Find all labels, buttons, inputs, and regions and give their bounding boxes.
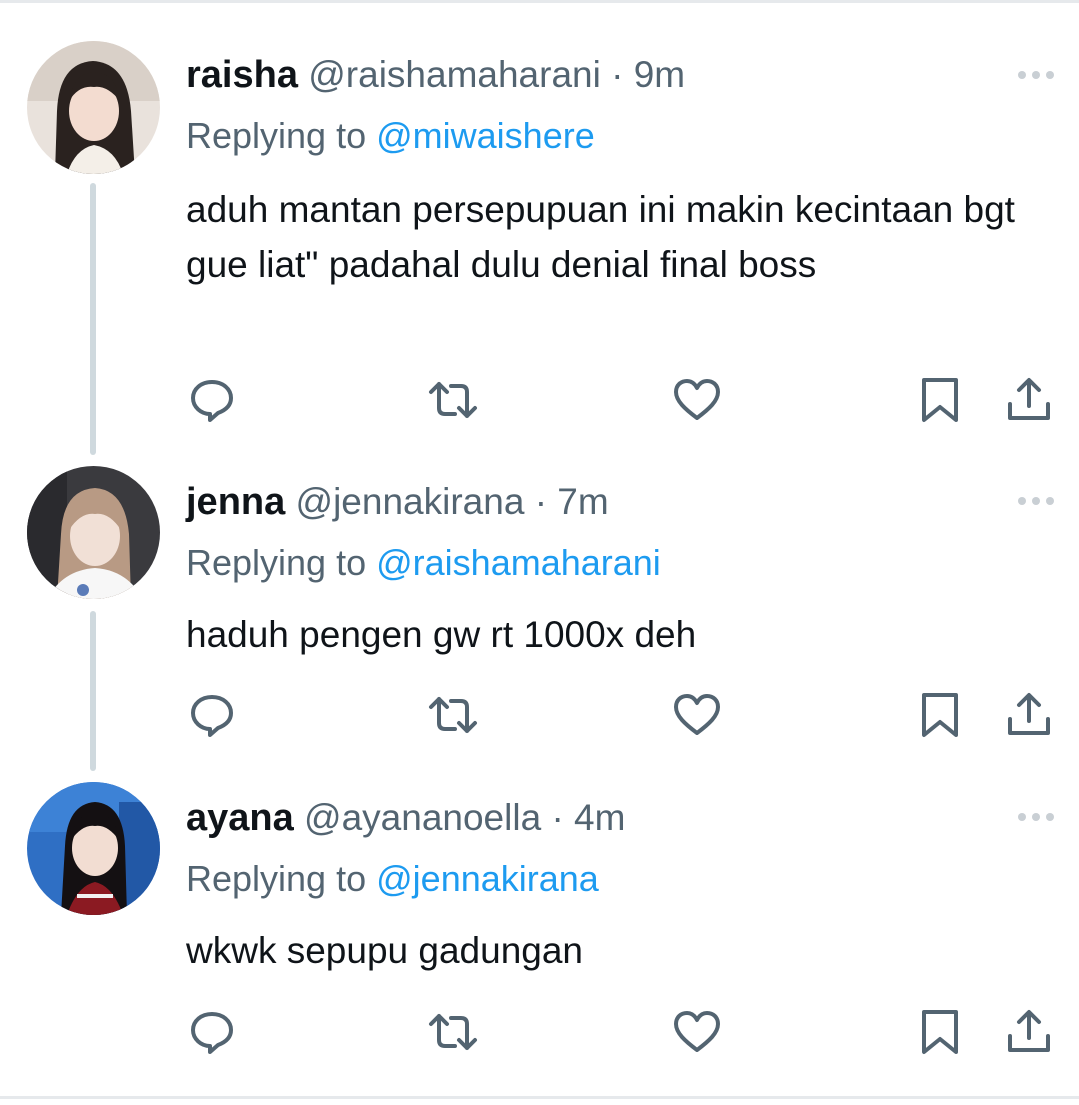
- timestamp[interactable]: 9m: [634, 54, 685, 95]
- reply-button[interactable]: [186, 1006, 238, 1058]
- replying-to: Replying to @raishamaharani: [186, 541, 661, 585]
- retweet-icon: [429, 382, 477, 418]
- avatar[interactable]: [27, 41, 160, 174]
- replying-prefix: Replying to: [186, 858, 367, 899]
- like-button[interactable]: [671, 374, 723, 426]
- avatar[interactable]: [27, 466, 160, 599]
- separator-dot: ·: [551, 797, 564, 838]
- like-icon: [674, 694, 720, 735]
- display-name[interactable]: ayana: [186, 797, 294, 839]
- retweet-icon: [429, 697, 477, 733]
- bookmark-button[interactable]: [914, 374, 966, 426]
- share-icon: [1008, 1010, 1050, 1052]
- replying-to: Replying to @jennakirana: [186, 857, 599, 901]
- mention-link[interactable]: @miwaishere: [376, 115, 595, 156]
- separator-dot: ·: [611, 54, 624, 95]
- reply-icon: [191, 1012, 233, 1054]
- tweet-header: ayana @ayananoella · 4m: [186, 796, 625, 840]
- more-icon[interactable]: [1017, 494, 1055, 506]
- thread-line: [90, 183, 96, 455]
- retweet-icon: [429, 1014, 477, 1050]
- bookmark-icon: [922, 378, 958, 422]
- share-icon: [1008, 378, 1050, 420]
- separator-dot: ·: [534, 481, 548, 522]
- more-icon[interactable]: [1017, 68, 1055, 80]
- share-button[interactable]: [1003, 1006, 1055, 1058]
- like-button[interactable]: [671, 1006, 723, 1058]
- tweet-header: jenna @jennakirana · 7m: [186, 480, 609, 524]
- display-name[interactable]: jenna: [186, 481, 285, 523]
- user-handle[interactable]: @raishamaharani: [308, 54, 601, 95]
- bookmark-icon: [922, 1010, 958, 1054]
- bookmark-button[interactable]: [914, 1006, 966, 1058]
- tweet-text: aduh mantan persepupuan ini makin kecint…: [186, 189, 1015, 285]
- share-button[interactable]: [1003, 374, 1055, 426]
- like-button[interactable]: [671, 689, 723, 741]
- display-name[interactable]: raisha: [186, 54, 298, 96]
- reply-icon: [191, 695, 233, 737]
- bookmark-button[interactable]: [914, 689, 966, 741]
- replying-to: Replying to @miwaishere: [186, 114, 595, 158]
- like-icon: [674, 379, 720, 420]
- user-handle[interactable]: @jennakirana: [296, 481, 525, 522]
- tweet-text: haduh pengen gw rt 1000x deh: [186, 614, 697, 655]
- retweet-button[interactable]: [427, 374, 479, 426]
- mention-link[interactable]: @jennakirana: [376, 858, 599, 899]
- reply-button[interactable]: [186, 374, 238, 426]
- bookmark-icon: [922, 693, 958, 737]
- replying-prefix: Replying to: [186, 542, 367, 583]
- like-icon: [674, 1011, 720, 1052]
- tweet-header: raisha @raishamaharani · 9m: [186, 53, 685, 97]
- mention-link[interactable]: @raishamaharani: [376, 542, 661, 583]
- user-handle[interactable]: @ayananoella: [304, 797, 541, 838]
- more-icon[interactable]: [1017, 810, 1055, 822]
- thread-line: [90, 611, 96, 771]
- timestamp[interactable]: 7m: [557, 481, 608, 522]
- avatar[interactable]: [27, 782, 160, 915]
- top-divider: [0, 0, 1079, 3]
- retweet-button[interactable]: [427, 1006, 479, 1058]
- bottom-divider: [0, 1096, 1079, 1099]
- timestamp[interactable]: 4m: [574, 797, 625, 838]
- reply-button[interactable]: [186, 689, 238, 741]
- share-icon: [1008, 693, 1050, 735]
- replying-prefix: Replying to: [186, 115, 367, 156]
- share-button[interactable]: [1003, 689, 1055, 741]
- reply-icon: [191, 380, 233, 422]
- tweet-text: wkwk sepupu gadungan: [186, 930, 584, 971]
- retweet-button[interactable]: [427, 689, 479, 741]
